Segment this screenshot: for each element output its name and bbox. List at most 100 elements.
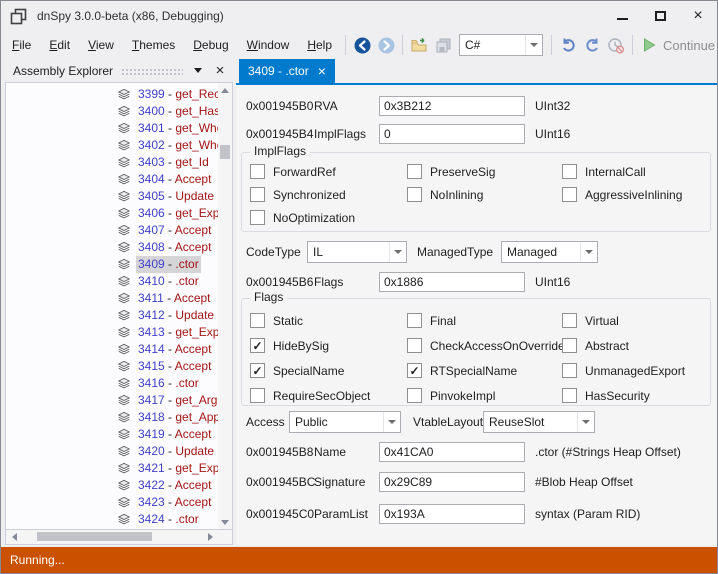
menu-debug[interactable]: Debug xyxy=(184,34,237,56)
tab-close-icon[interactable]: × xyxy=(318,64,326,78)
checkbox-hidebysig[interactable]: ✓ HideBySig xyxy=(250,338,329,353)
tab-3409-ctor[interactable]: 3409 - .ctor × xyxy=(239,59,335,83)
navigate-forward-button[interactable] xyxy=(374,33,398,57)
vtablelayout-combo[interactable]: ReuseSlot xyxy=(483,411,595,433)
tree-item-3421[interactable]: 3421 - get_Expre xyxy=(6,460,232,477)
panel-grip[interactable] xyxy=(121,68,183,75)
tree-item-3407[interactable]: 3407 - Accept xyxy=(6,222,232,239)
tree-item-3422[interactable]: 3422 - Accept xyxy=(6,477,232,494)
vertical-scroll-thumb[interactable] xyxy=(220,145,230,159)
scroll-right-button[interactable] xyxy=(204,532,216,542)
redo-button[interactable] xyxy=(580,33,604,57)
menu-edit[interactable]: Edit xyxy=(40,34,79,56)
close-button[interactable]: × xyxy=(679,1,717,31)
tree-item-3405[interactable]: 3405 - Update xyxy=(6,188,232,205)
tree-item-3417[interactable]: 3417 - get_Argu xyxy=(6,392,232,409)
menu-file[interactable]: File xyxy=(3,34,40,56)
checkbox-preservesig[interactable]: PreserveSig xyxy=(407,164,495,179)
tree-item-3399[interactable]: 3399 - get_Rece xyxy=(6,86,232,103)
undo-button[interactable] xyxy=(556,33,580,57)
navigate-back-button[interactable] xyxy=(350,33,374,57)
name-input[interactable] xyxy=(379,442,525,462)
menu-window[interactable]: Window xyxy=(238,34,299,56)
scroll-up-button[interactable] xyxy=(218,83,232,97)
tree-item-3410[interactable]: 3410 - .ctor xyxy=(6,273,232,290)
managedtype-combo[interactable]: Managed xyxy=(501,241,598,263)
access-combo[interactable]: Public xyxy=(289,411,401,433)
tree-item-3413[interactable]: 3413 - get_Expre xyxy=(6,324,232,341)
open-file-button[interactable] xyxy=(407,33,431,57)
checkbox-final[interactable]: Final xyxy=(407,313,456,328)
horizontal-scroll-thumb[interactable] xyxy=(37,532,152,541)
tree-item-3402[interactable]: 3402 - get_Wher xyxy=(6,137,232,154)
combo-dropdown-button[interactable] xyxy=(383,412,400,432)
tree-item-3400[interactable]: 3400 - get_HasV xyxy=(6,103,232,120)
scroll-down-button[interactable] xyxy=(218,515,232,529)
tree-item-3412[interactable]: 3412 - Update xyxy=(6,307,232,324)
flags-input[interactable] xyxy=(379,272,525,292)
checkbox-virtual[interactable]: Virtual xyxy=(562,313,619,328)
panel-close-button[interactable]: × xyxy=(213,63,227,78)
tree-item-3406[interactable]: 3406 - get_Expre xyxy=(6,205,232,222)
checkbox-unchecked-icon[interactable] xyxy=(407,187,422,202)
checkbox-unchecked-icon[interactable] xyxy=(407,338,422,353)
save-all-button[interactable] xyxy=(431,33,455,57)
checkbox-internalcall[interactable]: InternalCall xyxy=(562,164,646,179)
language-combo[interactable]: C# xyxy=(459,34,543,56)
checkbox-synchronized[interactable]: Synchronized xyxy=(250,187,346,202)
checkbox-static[interactable]: Static xyxy=(250,313,303,328)
checkbox-requiresecobject[interactable]: RequireSecObject xyxy=(250,388,370,403)
checkbox-unchecked-icon[interactable] xyxy=(250,388,265,403)
checkbox-specialname[interactable]: ✓ SpecialName xyxy=(250,363,344,378)
scroll-left-button[interactable] xyxy=(8,532,20,542)
tree-item-3401[interactable]: 3401 - get_Wher xyxy=(6,120,232,137)
implflags-input[interactable] xyxy=(379,124,525,144)
checkbox-unchecked-icon[interactable] xyxy=(562,388,577,403)
tree-horizontal-scrollbar[interactable] xyxy=(5,530,233,545)
tree-item-3415[interactable]: 3415 - Accept xyxy=(6,358,232,375)
checkbox-unchecked-icon[interactable] xyxy=(407,388,422,403)
tree-item-3409[interactable]: 3409 - .ctor xyxy=(6,256,232,273)
menu-help[interactable]: Help xyxy=(298,34,341,56)
assembly-explorer-header[interactable]: Assembly Explorer × xyxy=(5,59,233,82)
checkbox-unchecked-icon[interactable] xyxy=(562,164,577,179)
checkbox-pinvokeimpl[interactable]: PinvokeImpl xyxy=(407,388,495,403)
checkbox-unchecked-icon[interactable] xyxy=(562,313,577,328)
checkbox-forwardref[interactable]: ForwardRef xyxy=(250,164,336,179)
minimize-button[interactable] xyxy=(603,1,641,31)
checkbox-checked-icon[interactable]: ✓ xyxy=(250,363,265,378)
checkbox-noinlining[interactable]: NoInlining xyxy=(407,187,483,202)
paramlist-input[interactable] xyxy=(379,504,525,524)
tree-item-3416[interactable]: 3416 - .ctor xyxy=(6,375,232,392)
checkbox-unchecked-icon[interactable] xyxy=(562,187,577,202)
tree-item-3408[interactable]: 3408 - Accept xyxy=(6,239,232,256)
tree-item-3404[interactable]: 3404 - Accept xyxy=(6,171,232,188)
checkbox-unchecked-icon[interactable] xyxy=(407,313,422,328)
panel-menu-button[interactable] xyxy=(191,64,205,78)
checkbox-unchecked-icon[interactable] xyxy=(407,164,422,179)
checkbox-unmanagedexport[interactable]: UnmanagedExport xyxy=(562,363,685,378)
checkbox-unchecked-icon[interactable] xyxy=(250,210,265,225)
combo-dropdown-button[interactable] xyxy=(577,412,594,432)
checkbox-aggressiveinlining[interactable]: AggressiveInlining xyxy=(562,187,682,202)
tree-item-3423[interactable]: 3423 - Accept xyxy=(6,494,232,511)
checkbox-rtspecialname[interactable]: ✓ RTSpecialName xyxy=(407,363,517,378)
checkbox-unchecked-icon[interactable] xyxy=(562,363,577,378)
checkbox-abstract[interactable]: Abstract xyxy=(562,338,629,353)
checkbox-unchecked-icon[interactable] xyxy=(250,187,265,202)
checkbox-checked-icon[interactable]: ✓ xyxy=(407,363,422,378)
checkbox-unchecked-icon[interactable] xyxy=(250,313,265,328)
menu-themes[interactable]: Themes xyxy=(123,34,184,56)
codetype-combo[interactable]: IL xyxy=(307,241,407,263)
combo-dropdown-button[interactable] xyxy=(389,242,406,262)
signature-input[interactable] xyxy=(379,472,525,492)
tree-item-3418[interactable]: 3418 - get_Appl xyxy=(6,409,232,426)
tree-item-3414[interactable]: 3414 - Accept xyxy=(6,341,232,358)
tree-vertical-scrollbar[interactable] xyxy=(218,83,232,529)
checkbox-unchecked-icon[interactable] xyxy=(562,338,577,353)
tree-item-3424[interactable]: 3424 - .ctor xyxy=(6,511,232,528)
history-button[interactable] xyxy=(604,33,628,57)
combo-dropdown-button[interactable] xyxy=(580,242,597,262)
menu-view[interactable]: View xyxy=(79,34,123,56)
checkbox-hassecurity[interactable]: HasSecurity xyxy=(562,388,650,403)
